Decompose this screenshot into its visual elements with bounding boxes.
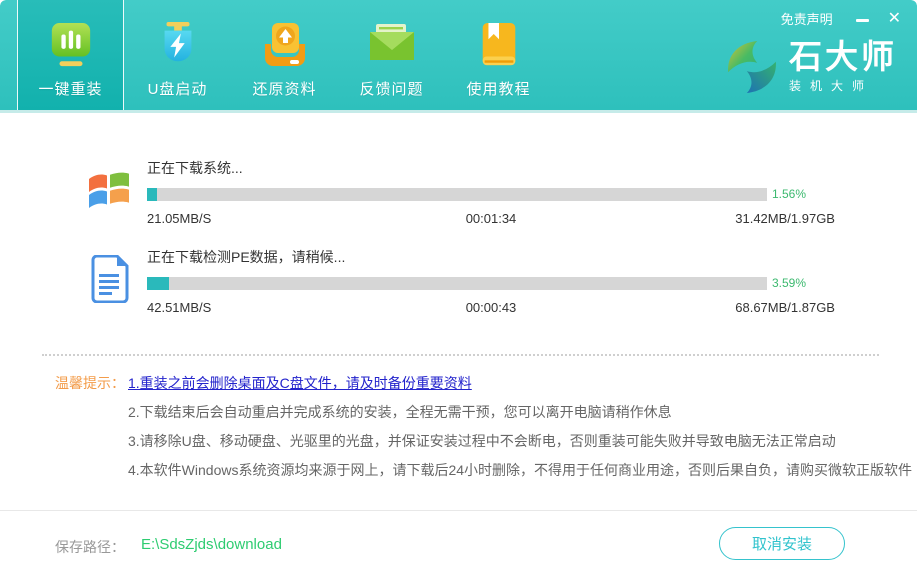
tab-restore-data[interactable]: 还原资料 <box>231 0 338 110</box>
close-icon[interactable]: ✕ <box>888 10 901 28</box>
cancel-install-button[interactable]: 取消安装 <box>719 527 845 560</box>
download-speed: 42.51MB/S <box>147 300 376 315</box>
tips-list: 1.重装之前会删除桌面及C盘文件，请及时备份重要资料 2.下载结束后会自动重启并… <box>128 369 912 485</box>
minimize-icon[interactable] <box>855 10 870 28</box>
tab-tutorial[interactable]: 使用教程 <box>445 0 552 110</box>
logo-text: 石大师 装机大师 <box>789 40 897 94</box>
nav-tabs: 一键重装 U盘启动 <box>17 0 552 110</box>
header-bar: 一键重装 U盘启动 <box>0 0 917 113</box>
progress-bar <box>147 188 767 201</box>
elapsed-time: 00:00:43 <box>376 300 605 315</box>
tip-item-2: 2.下载结束后会自动重启并完成系统的安装，全程无需干预，您可以离开电脑请稍作休息 <box>128 398 912 427</box>
download-status-label: 正在下载检测PE数据，请稍候... <box>147 247 835 267</box>
download-size: 68.67MB/1.87GB <box>606 300 835 315</box>
app-logo: 石大师 装机大师 <box>725 40 897 94</box>
logo-title: 石大师 <box>789 40 897 74</box>
tab-usb-boot[interactable]: U盘启动 <box>124 0 231 110</box>
tab-feedback[interactable]: 反馈问题 <box>338 0 445 110</box>
save-path-value[interactable]: E:\SdsZjds\download <box>141 536 282 553</box>
usb-shield-icon <box>155 19 201 71</box>
progress-fill <box>147 277 169 290</box>
tip-item-1: 1.重装之前会删除桌面及C盘文件，请及时备份重要资料 <box>128 369 912 398</box>
tab-label: 使用教程 <box>466 78 530 99</box>
tab-one-key-reinstall[interactable]: 一键重装 <box>17 0 124 110</box>
progress-percent: 1.56% <box>767 187 835 201</box>
tip-item-3: 3.请移除U盘、移动硬盘、光驱里的光盘，并保证安装过程中不会断电，否则重装可能失… <box>128 427 912 456</box>
tips-section: 温馨提示： 1.重装之前会删除桌面及C盘文件，请及时备份重要资料 2.下载结束后… <box>55 369 912 485</box>
windows-logo-icon <box>85 166 133 214</box>
download-row-system: 正在下载系统... 1.56% 21.05MB/S 00:01:34 31.42… <box>85 158 835 226</box>
sds-swirl-logo-icon <box>725 40 779 94</box>
tab-label: 反馈问题 <box>359 78 423 99</box>
tip-item-4: 4.本软件Windows系统资源均来源于网上，请下载后24小时删除，不得用于任何… <box>128 456 912 485</box>
download-status-label: 正在下载系统... <box>147 158 835 178</box>
progress-percent: 3.59% <box>767 276 835 290</box>
feedback-envelope-icon <box>368 19 416 71</box>
tab-label: 还原资料 <box>252 78 316 99</box>
restore-box-icon <box>261 19 309 71</box>
download-speed: 21.05MB/S <box>147 211 376 226</box>
window-controls: 免责声明 ✕ <box>781 9 901 28</box>
save-path-label: 保存路径： <box>55 537 125 557</box>
dotted-divider <box>42 354 879 356</box>
bar-chart-icon <box>48 19 94 71</box>
progress-fill <box>147 188 157 201</box>
progress-bar <box>147 277 767 290</box>
app-window: 一键重装 U盘启动 <box>0 0 917 577</box>
tips-title: 温馨提示： <box>55 369 128 485</box>
disclaimer-link[interactable]: 免责声明 <box>781 9 833 28</box>
download-size: 31.42MB/1.97GB <box>606 211 835 226</box>
tutorial-book-icon <box>476 19 522 71</box>
logo-subtitle: 装机大师 <box>789 77 897 94</box>
footer-bar: 保存路径： E:\SdsZjds\download 取消安装 <box>0 510 917 577</box>
elapsed-time: 00:01:34 <box>376 211 605 226</box>
download-row-pe: 正在下载检测PE数据，请稍候... 3.59% 42.51MB/S 00:00:… <box>85 247 835 315</box>
document-icon <box>85 255 133 303</box>
tab-label: U盘启动 <box>148 78 208 99</box>
tab-label: 一键重装 <box>38 78 102 99</box>
